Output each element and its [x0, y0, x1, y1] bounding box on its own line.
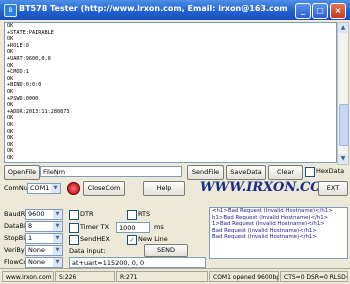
status-received-count: R:271: [116, 271, 208, 282]
output-line: +PSWD:0000: [7, 95, 39, 102]
verify-bit-value: None: [28, 246, 45, 254]
app-window: B BT578 Tester (http://www.irxon.com, Em…: [0, 0, 350, 284]
output-line: +BIND:0:0:0: [7, 82, 42, 89]
stop-bits-label: StopBi: [4, 234, 26, 242]
chevron-down-icon[interactable]: ▼: [53, 246, 62, 255]
timer-interval-input[interactable]: 1000: [116, 222, 150, 233]
received-line: h1>Bad Request (Invalid Hostname)</h1>: [212, 214, 329, 221]
flow-control-label: FlowCo: [4, 258, 28, 266]
rts-label: RTS: [138, 210, 151, 218]
output-line: OK: [7, 36, 14, 43]
verify-bit-select[interactable]: None ▼: [25, 245, 63, 256]
data-bits-select[interactable]: 8 ▼: [25, 221, 63, 232]
output-line: OK: [7, 128, 14, 135]
output-line: +ADDR:2013:11:280873: [7, 108, 70, 115]
output-line: +CMOD:1: [7, 69, 29, 76]
chevron-down-icon[interactable]: ▼: [51, 184, 60, 193]
output-line: OK: [7, 141, 14, 148]
received-data-box[interactable]: <h1>Bad Request (Invalid Hostname)</h1> h…: [209, 207, 348, 259]
scroll-down-icon[interactable]: ▼: [338, 154, 348, 164]
exit-button[interactable]: EXT: [318, 181, 348, 196]
window-title: BT578 Tester (http://www.irxon.com, Emai…: [19, 4, 287, 13]
open-file-button[interactable]: OpenFile: [4, 165, 40, 180]
flow-control-value: None: [28, 258, 45, 266]
dtr-checkbox[interactable]: [69, 210, 79, 220]
file-name-field[interactable]: FileNm: [40, 166, 182, 177]
output-line: +ROLE:0: [7, 42, 29, 49]
received-line: 1>Bad Request (Invalid Hostname)</h1>: [212, 221, 325, 228]
output-line: OK: [7, 154, 14, 161]
title-bar[interactable]: B BT578 Tester (http://www.irxon.com, Em…: [0, 0, 350, 20]
output-log[interactable]: OK +STATE:PAIRABLE OK +ROLE:0 OK +UART:9600,0…: [4, 22, 337, 163]
com-port-select[interactable]: COM1 ▼: [27, 183, 61, 194]
dtr-label: DTR: [80, 210, 94, 218]
output-line: OK: [7, 148, 14, 155]
send-hex-label: SendHEX: [80, 235, 110, 243]
save-data-button[interactable]: SaveData: [226, 165, 266, 180]
baud-rate-select[interactable]: 9600 ▼: [25, 209, 63, 220]
send-hex-checkbox[interactable]: [69, 235, 79, 245]
output-line: OK: [7, 62, 14, 69]
timer-tx-label: Timer TX: [80, 223, 110, 231]
com-port-value: COM1: [30, 184, 50, 192]
site-logo: WWW.IRXON.COM: [200, 180, 337, 195]
chevron-down-icon[interactable]: ▼: [53, 234, 62, 243]
output-line: OK: [7, 102, 14, 109]
output-line: OK: [7, 49, 14, 56]
hex-data-checkbox[interactable]: [305, 167, 315, 177]
data-bits-value: 8: [28, 222, 33, 230]
new-line-checkbox[interactable]: ✓: [127, 235, 137, 245]
status-port-info: COM1 opened 9600bps 8 1: [209, 271, 279, 282]
stop-bits-value: 1: [28, 234, 33, 242]
timer-unit-label: ms: [154, 223, 164, 231]
status-signals: CTS=0 DSR=0 RLSD=0: [280, 271, 348, 282]
scroll-up-icon[interactable]: ▲: [338, 23, 348, 33]
output-line: +STATE:PAIRABLE: [7, 29, 54, 36]
hex-data-label: HexData: [316, 167, 345, 175]
output-line: OK: [7, 75, 14, 82]
maximize-button[interactable]: □: [312, 3, 328, 19]
app-icon: B: [4, 4, 17, 17]
connection-led-icon: [67, 182, 80, 195]
timer-tx-checkbox[interactable]: [69, 223, 79, 233]
help-button[interactable]: Help: [143, 181, 185, 196]
chevron-down-icon[interactable]: ▼: [53, 222, 62, 231]
close-com-button[interactable]: CloseCom: [83, 181, 125, 196]
baud-rate-value: 9600: [28, 210, 45, 218]
data-input-field[interactable]: at+uart=115200, 0, 0: [69, 257, 206, 268]
output-line: OK: [7, 135, 14, 142]
output-line: OK: [7, 115, 14, 122]
flow-control-select[interactable]: None ▼: [25, 257, 63, 268]
minimize-button[interactable]: _: [295, 3, 311, 19]
received-line: <h1>Bad Request (Invalid Hostname)</h1>: [212, 208, 333, 214]
status-sent-count: S:226: [55, 271, 115, 282]
output-line: +UART:9600,0,0: [7, 55, 51, 62]
received-line: Bad Request (Invalid Hostname)</h1>: [212, 227, 317, 234]
data-bits-label: DataBi: [4, 222, 26, 230]
close-button[interactable]: ×: [330, 3, 346, 19]
rts-checkbox[interactable]: [127, 210, 137, 220]
output-scrollbar[interactable]: ▲ ▼: [337, 22, 349, 165]
verify-bit-label: VeriBy: [4, 246, 25, 254]
received-line: Bad Request (Invalid Hostname)</h1>: [212, 234, 317, 241]
scroll-thumb[interactable]: [339, 104, 349, 146]
chevron-down-icon[interactable]: ▼: [53, 210, 62, 219]
chevron-down-icon[interactable]: ▼: [53, 258, 62, 267]
status-site: www.irxon.com: [2, 271, 54, 282]
output-line: OK: [7, 88, 14, 95]
output-line: OK: [7, 23, 14, 29]
output-line: OK: [7, 121, 14, 128]
stop-bits-select[interactable]: 1 ▼: [25, 233, 63, 244]
data-input-label: Data input:: [69, 247, 106, 255]
status-bar: www.irxon.com S:226 R:271 COM1 opened 96…: [0, 268, 350, 284]
send-file-button[interactable]: SendFile: [187, 165, 224, 180]
clear-button[interactable]: Clear: [268, 165, 303, 180]
send-button[interactable]: SEND: [144, 244, 188, 257]
